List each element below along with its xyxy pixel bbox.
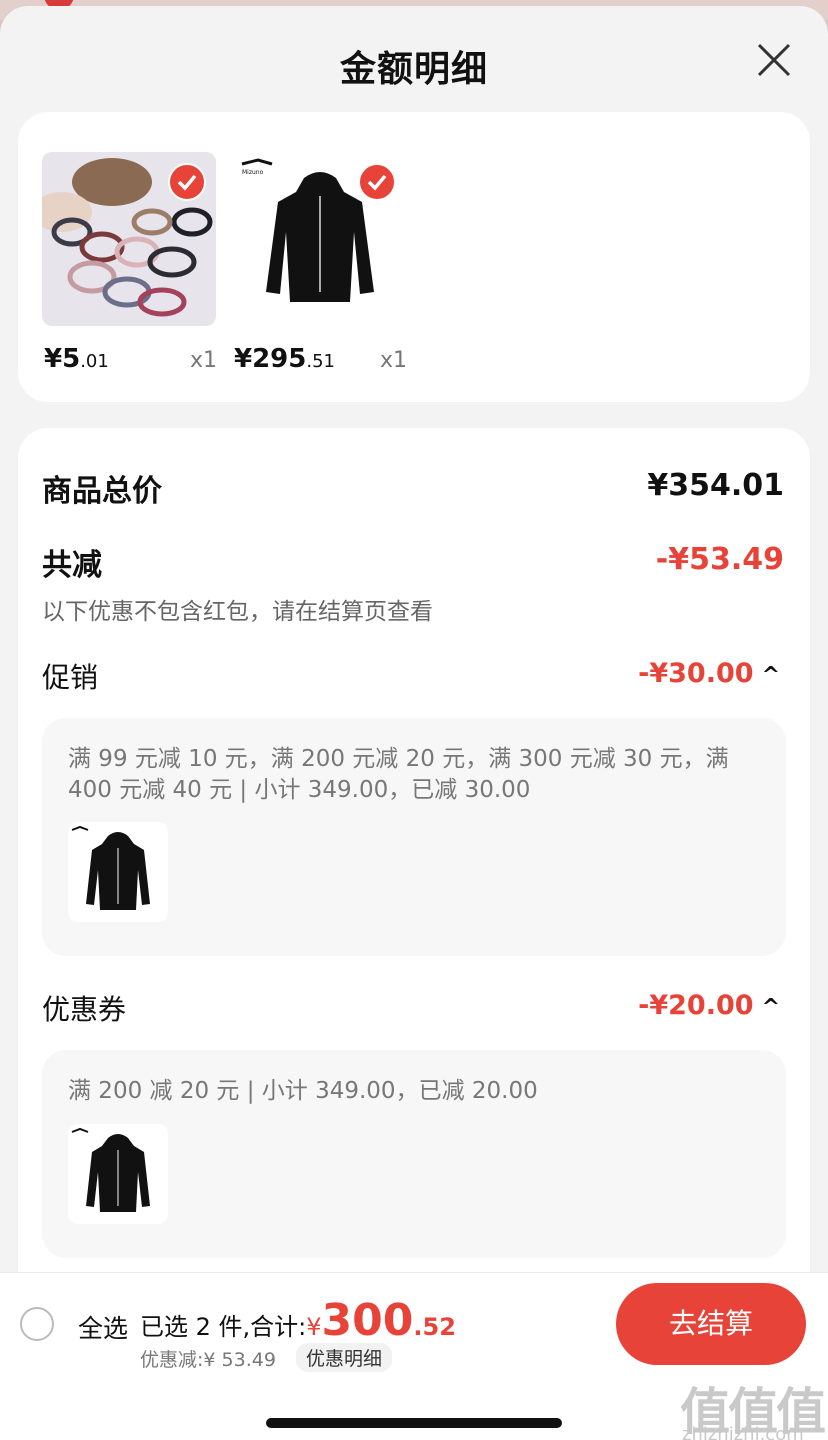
coupon-value: -¥20.00 <box>638 990 754 1021</box>
jacket-thumbnail <box>68 1124 168 1224</box>
discount-label: 共减 <box>42 548 102 583</box>
select-all-label[interactable]: 全选 <box>78 1309 128 1345</box>
discount-summary: 优惠减:¥ 53.49 <box>140 1349 276 1371</box>
promotion-detail-box: 满 99 元减 10 元，满 200 元减 20 元，满 300 元减 30 元… <box>42 718 786 956</box>
total-price-value: ¥354.01 <box>647 468 784 503</box>
discount-value: -¥53.49 <box>655 542 784 577</box>
selected-check-icon[interactable] <box>168 163 206 201</box>
home-indicator[interactable] <box>266 1418 562 1428</box>
amount-detail-sheet: 金额明细 ¥5.01 x1 Mizuno ¥295.51 x1 商品总价 ¥35… <box>0 6 828 1440</box>
coupon-detail-text: 满 200 减 20 元 | 小计 349.00，已减 20.00 <box>68 1078 538 1104</box>
black-jacket-image: Mizuno <box>232 152 406 326</box>
promotion-label: 促销 <box>42 661 99 694</box>
checkout-button[interactable]: 去结算 <box>616 1283 806 1365</box>
selected-products-card: ¥5.01 x1 Mizuno ¥295.51 x1 <box>18 112 810 402</box>
promotion-toggle[interactable]: -¥30.00 ^ <box>638 658 780 689</box>
sheet-title: 金额明细 <box>339 49 488 90</box>
select-all-radio[interactable] <box>20 1307 54 1341</box>
product-price: ¥5.01 <box>44 344 109 374</box>
watermark-site: zhizhizhi.com <box>682 1424 804 1440</box>
coupon-label: 优惠券 <box>42 993 127 1026</box>
total-amount-int: 300 <box>321 1295 414 1346</box>
svg-text:Mizuno: Mizuno <box>242 169 264 176</box>
hair-ties-image <box>42 152 216 326</box>
promotion-value: -¥30.00 <box>638 658 754 689</box>
product-quantity: x1 <box>380 348 408 373</box>
product-quantity: x1 <box>190 348 218 373</box>
selection-total: 已选 2 件,合计:¥300.52 <box>140 1295 456 1346</box>
promotion-detail-text: 满 99 元减 10 元，满 200 元减 20 元，满 300 元减 30 元… <box>68 746 729 803</box>
product-price: ¥295.51 <box>234 344 336 374</box>
coupon-detail-box: 满 200 减 20 元 | 小计 349.00，已减 20.00 <box>42 1050 786 1258</box>
selected-count-text: 已选 2 件,合计: <box>140 1313 307 1341</box>
coupon-toggle[interactable]: -¥20.00 ^ <box>638 990 780 1021</box>
discount-detail-tag[interactable]: 优惠明细 <box>296 1343 393 1372</box>
total-price-label: 商品总价 <box>42 474 162 509</box>
jacket-thumbnail <box>68 822 168 922</box>
product-item[interactable]: ¥5.01 x1 <box>42 152 218 374</box>
close-icon[interactable] <box>756 42 792 78</box>
total-amount-dec: .52 <box>413 1313 456 1341</box>
product-item[interactable]: Mizuno ¥295.51 x1 <box>232 152 408 374</box>
chevron-up-icon: ^ <box>761 995 780 1020</box>
chevron-up-icon: ^ <box>761 663 780 688</box>
discount-note: 以下优惠不包含红包，请在结算页查看 <box>42 599 433 625</box>
selected-check-icon[interactable] <box>358 163 396 201</box>
checkout-bar: 全选 已选 2 件,合计:¥300.52 优惠减:¥ 53.49 优惠明细 去结… <box>0 1272 828 1373</box>
home-area: 值值值 zhizhizhi.com <box>0 1372 828 1440</box>
currency-symbol: ¥ <box>306 1313 322 1341</box>
